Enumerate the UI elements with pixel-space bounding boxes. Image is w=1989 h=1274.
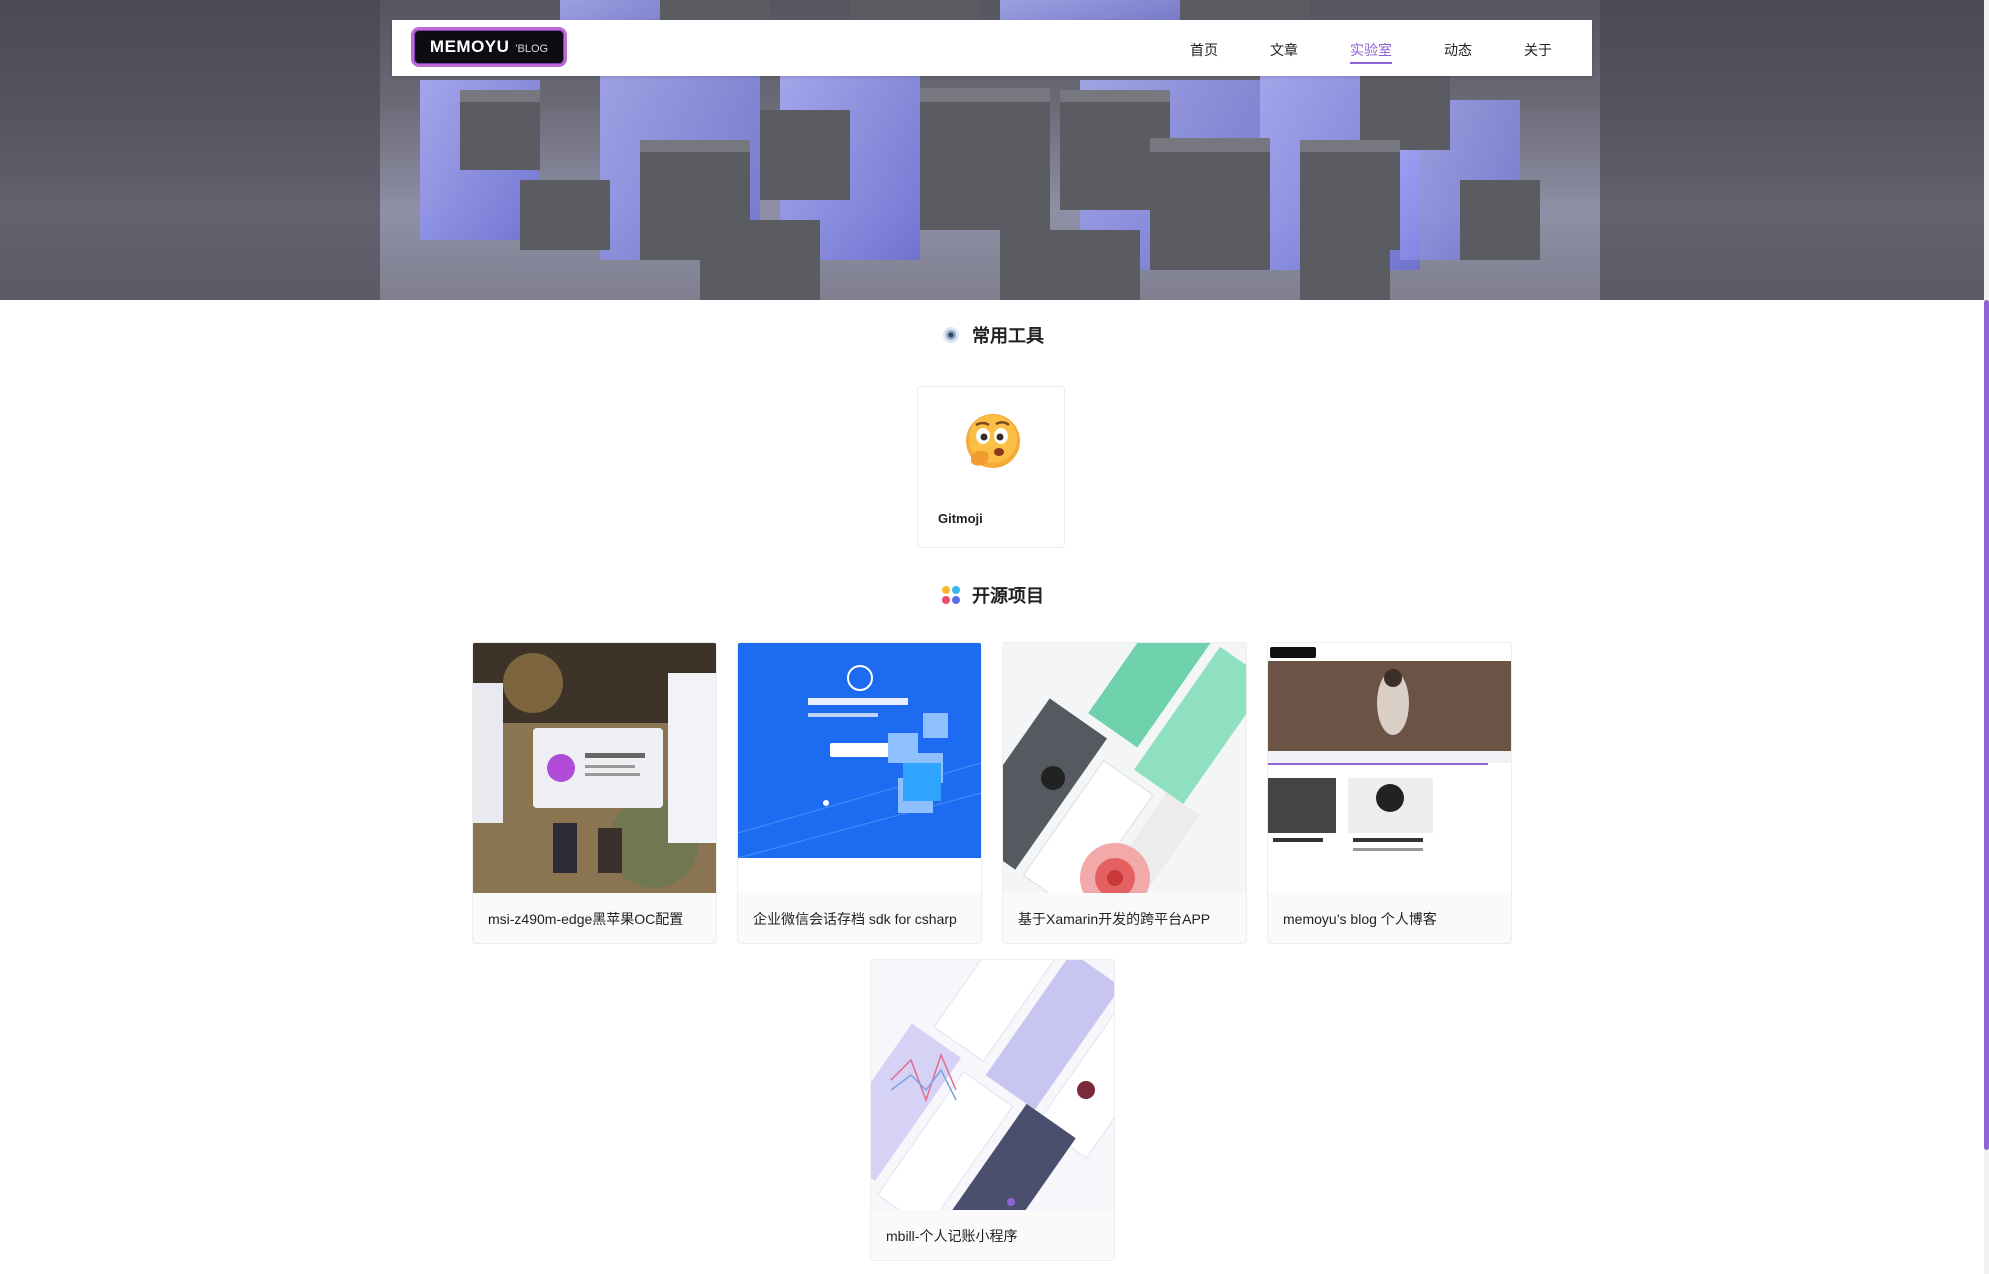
- project-thumbnail: [871, 960, 1114, 1210]
- tools-section-title: 常用工具: [972, 326, 1044, 346]
- scrollbar-thumb[interactable]: [1984, 300, 1989, 1150]
- nav-item-home[interactable]: 首页: [1190, 32, 1218, 64]
- nav-item-about[interactable]: 关于: [1524, 32, 1552, 64]
- tools-section-icon: [943, 327, 959, 343]
- project-name: memoyu’s blog 个人博客: [1283, 911, 1437, 927]
- project-name: msi-z490m-edge黑苹果OC配置: [488, 911, 684, 927]
- nav-item-articles[interactable]: 文章: [1270, 32, 1298, 64]
- projects-section-title: 开源项目: [972, 586, 1044, 606]
- logo-subtext: 'BLOG: [515, 43, 549, 55]
- project-thumbnail-image: [871, 960, 1114, 1210]
- site-logo[interactable]: MEMOYU 'BLOG: [411, 27, 567, 67]
- project-card-wework-sdk[interactable]: 企业微信会话存档 sdk for csharp: [737, 642, 982, 944]
- tool-name: Gitmoji: [938, 511, 983, 526]
- project-name: 企业微信会话存档 sdk for csharp: [753, 911, 957, 927]
- nav-item-activity[interactable]: 动态: [1444, 32, 1472, 64]
- projects-section-icon: [942, 586, 960, 604]
- project-thumbnail: [1268, 643, 1511, 893]
- project-thumbnail: [1003, 643, 1246, 893]
- tools-section-heading: 常用工具: [0, 322, 1984, 348]
- logo-text: MEMOYU: [429, 37, 510, 56]
- project-thumbnail: [738, 643, 981, 893]
- project-name: 基于Xamarin开发的跨平台APP: [1018, 911, 1211, 927]
- thinking-face-icon: [966, 414, 1020, 468]
- project-card-memoyu-blog[interactable]: memoyu’s blog 个人博客: [1267, 642, 1512, 944]
- nav-menu: 首页 文章 实验室 动态 关于: [1138, 20, 1552, 76]
- project-card-msi-hackintosh[interactable]: msi-z490m-edge黑苹果OC配置: [472, 642, 717, 944]
- project-thumbnail-image: [473, 643, 716, 893]
- project-thumbnail-image: [1268, 643, 1511, 893]
- project-name: mbill-个人记账小程序: [886, 1228, 1018, 1244]
- project-thumbnail-image: [738, 643, 981, 893]
- project-thumbnail-image: [1003, 643, 1246, 893]
- project-card-xamarin-app[interactable]: 基于Xamarin开发的跨平台APP: [1002, 642, 1247, 944]
- tool-card-gitmoji[interactable]: Gitmoji: [917, 386, 1065, 548]
- projects-section-heading: 开源项目: [0, 582, 1984, 608]
- nav-item-lab[interactable]: 实验室: [1350, 32, 1392, 64]
- project-card-mbill[interactable]: mbill-个人记账小程序: [870, 959, 1115, 1261]
- top-navbar: MEMOYU 'BLOG 首页 文章 实验室 动态 关于: [392, 20, 1592, 76]
- project-thumbnail: [473, 643, 716, 893]
